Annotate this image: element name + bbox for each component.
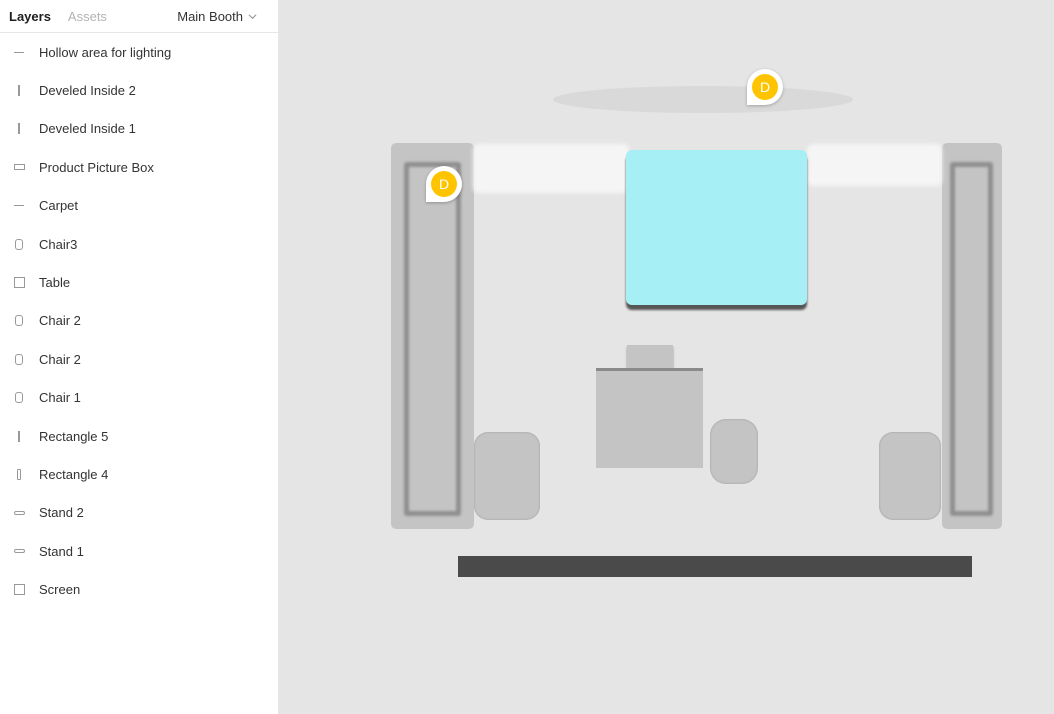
thin-rectangle-icon: [13, 468, 25, 480]
layer-item-rectangle-4[interactable]: Rectangle 4: [0, 455, 278, 493]
layer-item-screen[interactable]: Screen: [0, 570, 278, 608]
tab-assets[interactable]: Assets: [68, 9, 107, 24]
line-horizontal-icon: [13, 200, 25, 212]
thin-rectangle-icon: [13, 430, 25, 442]
table[interactable]: [596, 368, 703, 468]
layer-label: Chair 2: [39, 313, 81, 329]
chevron-down-icon: [248, 14, 257, 20]
layer-label: Rectangle 5: [39, 428, 109, 444]
layer-item-develed-inside-1[interactable]: Develed Inside 1: [0, 110, 278, 148]
rounded-rectangle-icon: [13, 238, 25, 250]
layer-label: Stand 1: [39, 543, 84, 559]
layer-label: Chair3: [39, 236, 78, 252]
layer-item-carpet[interactable]: Carpet: [0, 187, 278, 225]
layer-item-hollow-area[interactable]: Hollow area for lighting: [0, 33, 278, 71]
panel-header: Layers Assets Main Booth: [0, 0, 278, 33]
rounded-bar-icon: [13, 545, 25, 557]
layer-item-develed-inside-2[interactable]: Develed Inside 2: [0, 71, 278, 109]
layer-label: Table: [39, 275, 71, 291]
layer-label: Carpet: [39, 198, 79, 214]
comment-marker[interactable]: D: [426, 166, 462, 202]
layer-label: Hollow area for lighting: [39, 44, 172, 60]
layer-item-chair3[interactable]: Chair3: [0, 225, 278, 263]
layer-item-stand-2[interactable]: Stand 2: [0, 494, 278, 532]
layer-label: Chair 2: [39, 351, 81, 367]
layer-item-product-picture-box[interactable]: Product Picture Box: [0, 148, 278, 186]
design-canvas[interactable]: D D: [280, 0, 1054, 714]
marker-badge: D: [752, 74, 778, 100]
layer-item-rectangle-5[interactable]: Rectangle 5: [0, 417, 278, 455]
line-horizontal-icon: [13, 46, 25, 58]
rounded-bar-icon: [13, 507, 25, 519]
carpet-right[interactable]: [807, 144, 942, 186]
layer-label: Screen: [39, 582, 81, 598]
product-picture-box[interactable]: [626, 150, 807, 305]
square-icon: [13, 277, 25, 289]
chair-1[interactable]: [474, 432, 540, 520]
rectangle-wide-icon: [13, 161, 25, 173]
carpet-left[interactable]: [473, 144, 629, 193]
rectangle-5[interactable]: [627, 345, 673, 369]
layer-label: Stand 2: [39, 505, 84, 521]
develed-inside-1[interactable]: [404, 162, 461, 516]
line-vertical-icon: [13, 85, 25, 97]
line-vertical-icon: [13, 123, 25, 135]
rounded-rectangle-icon: [13, 353, 25, 365]
layer-item-chair-1[interactable]: Chair 1: [0, 379, 278, 417]
chair-2[interactable]: [710, 419, 758, 484]
hollow-area-lighting[interactable]: [553, 86, 853, 113]
tab-layers[interactable]: Layers: [9, 9, 51, 24]
chair3[interactable]: [879, 432, 941, 520]
marker-badge: D: [431, 171, 457, 197]
screen[interactable]: [458, 556, 972, 577]
square-icon: [13, 584, 25, 596]
layer-label: Product Picture Box: [39, 159, 154, 175]
rounded-rectangle-icon: [13, 392, 25, 404]
layers-panel: Layers Assets Main Booth Hollow area for…: [0, 0, 279, 714]
layer-item-stand-1[interactable]: Stand 1: [0, 532, 278, 570]
layer-list: Hollow area for lighting Develed Inside …: [0, 33, 278, 609]
layer-label: Develed Inside 1: [39, 121, 136, 137]
page-selector-label: Main Booth: [177, 9, 243, 24]
comment-marker[interactable]: D: [747, 69, 783, 105]
layer-label: Rectangle 4: [39, 466, 109, 482]
rounded-rectangle-icon: [13, 315, 25, 327]
develed-inside-2[interactable]: [950, 162, 993, 516]
layer-item-chair-2-b[interactable]: Chair 2: [0, 340, 278, 378]
page-selector[interactable]: Main Booth: [177, 0, 257, 33]
layer-item-table[interactable]: Table: [0, 263, 278, 301]
layer-label: Develed Inside 2: [39, 83, 136, 99]
layer-item-chair-2[interactable]: Chair 2: [0, 302, 278, 340]
layer-label: Chair 1: [39, 390, 81, 406]
